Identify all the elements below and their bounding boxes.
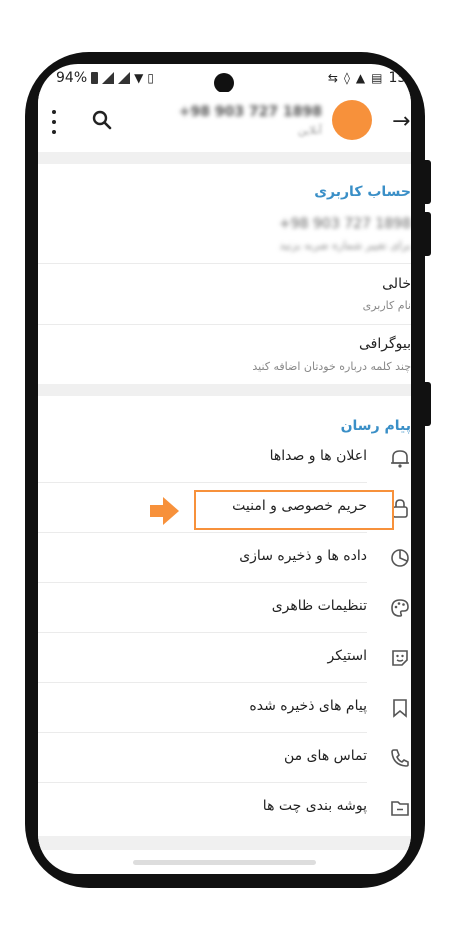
bookmark-icon [393, 699, 407, 718]
settings-item-label: پوشه بندی چت ها [262, 798, 367, 814]
volume-button [425, 160, 431, 204]
settings-item-notifications[interactable]: اعلان ها و صداها [38, 433, 411, 483]
username-value[interactable]: خالی [382, 276, 411, 292]
signal-icon [102, 72, 115, 84]
settings-item-stickers[interactable]: استیکر [38, 633, 411, 683]
more-options-icon[interactable] [50, 110, 58, 134]
settings-item-label: تماس های من [283, 748, 367, 764]
bio-title[interactable]: بیوگرافی [359, 336, 411, 352]
settings-item-label: استیکر [327, 648, 367, 664]
notification-bell-icon: ◊ [343, 71, 350, 85]
screen: 94% ▼ ▯ ⇆ ◊ ▲ ▤ 15: +98 903 727 1898 آنل… [38, 64, 411, 874]
settings-item-data-storage[interactable]: داده ها و ذخیره سازی [38, 533, 411, 583]
palette-icon [391, 599, 409, 617]
bell-icon [391, 450, 409, 468]
header-phone-number: +98 903 727 1898 [178, 104, 322, 120]
divider [38, 263, 411, 264]
divider [38, 324, 411, 325]
sticker-icon [392, 650, 408, 666]
settings-item-saved-messages[interactable]: پیام های ذخیره شده [38, 683, 411, 733]
clock: 15: [388, 70, 411, 86]
power-button [425, 212, 431, 256]
signal-icon-2 [118, 72, 131, 84]
account-section: حساب کاربری +98 903 727 1898 برای تغییر … [38, 164, 411, 384]
settings-item-label: اعلان ها و صداها [269, 448, 367, 464]
folder-icon [391, 801, 409, 816]
section-gap [38, 836, 411, 850]
data-transfer-icon: ⇆ [327, 71, 338, 85]
section-gap [38, 384, 411, 396]
bio-hint: چند کلمه درباره خودتان اضافه کنید [252, 360, 411, 373]
settings-item-label: داده ها و ذخیره سازی [239, 548, 367, 564]
settings-section-title: پیام رسان [340, 418, 411, 434]
front-camera [214, 73, 234, 93]
back-arrow-icon[interactable]: → [392, 111, 410, 133]
warning-icon: ▲ [355, 71, 366, 85]
app-bar: +98 903 727 1898 آنلاین → [38, 92, 411, 152]
settings-item-label: تنظیمات ظاهری [271, 598, 367, 614]
settings-item-chat-folders[interactable]: پوشه بندی چت ها [38, 783, 411, 833]
section-gap [38, 152, 411, 164]
avatar[interactable] [332, 100, 372, 140]
highlight-box [194, 490, 394, 530]
account-phone-number[interactable]: +98 903 727 1898 [279, 216, 411, 232]
presence-status: آنلاین [297, 124, 322, 137]
vibrate-icon: ▯ [147, 71, 154, 85]
side-button [425, 382, 431, 426]
settings-item-label: پیام های ذخیره شده [249, 698, 367, 714]
status-bar: 94% ▼ ▯ ⇆ ◊ ▲ ▤ 15: [38, 64, 411, 93]
battery-icon [91, 72, 99, 84]
phone-icon [391, 749, 409, 767]
username-label: نام کاربری [362, 299, 411, 312]
settings-section: پیام رسان اعلان ها و صداها حریم خصوصی و … [38, 396, 411, 836]
account-phone-hint: برای تغییر شماره ضربه بزنید [279, 239, 411, 252]
account-section-title: حساب کاربری [314, 184, 411, 200]
wifi-icon: ▼ [134, 71, 144, 85]
settings-item-appearance[interactable]: تنظیمات ظاهری [38, 583, 411, 633]
message-icon: ▤ [371, 71, 383, 85]
pie-chart-icon [391, 549, 409, 567]
battery-percent: 94% [56, 70, 88, 86]
search-icon[interactable] [90, 108, 114, 132]
home-indicator[interactable] [133, 860, 316, 865]
arrow-pointer-icon [150, 497, 179, 525]
settings-item-my-calls[interactable]: تماس های من [38, 733, 411, 783]
